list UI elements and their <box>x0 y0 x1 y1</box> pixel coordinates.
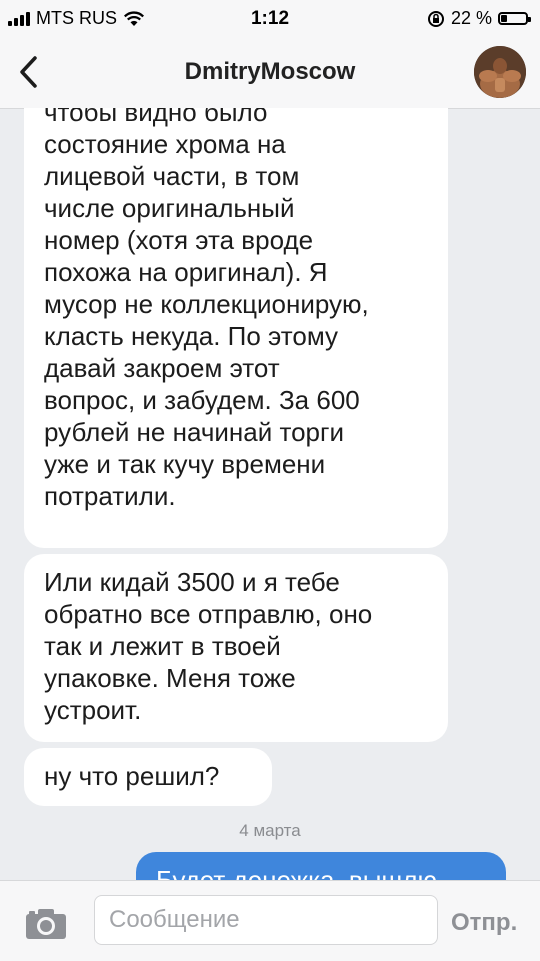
message-list[interactable]: если хочешь отправить, чтобы видно было … <box>0 108 540 880</box>
status-right: 22 % <box>427 8 531 29</box>
conversation-title[interactable]: DmitryMoscow <box>0 58 540 86</box>
battery-icon <box>498 12 531 25</box>
message-input[interactable]: Сообщение <box>94 895 438 945</box>
date-separator: 4 марта <box>239 821 301 840</box>
orientation-lock-icon <box>427 10 444 27</box>
incoming-message[interactable]: если хочешь отправить, чтобы видно было … <box>24 108 448 548</box>
status-bar: MTS RUS 1:12 22 % <box>0 0 540 36</box>
send-button[interactable]: Отпр. <box>451 909 517 937</box>
incoming-message[interactable]: Или кидай 3500 и я тебе обратно все отпр… <box>24 554 448 742</box>
incoming-message[interactable]: ну что решил? <box>24 748 272 806</box>
input-bar: Сообщение Отпр. <box>0 880 540 961</box>
battery-percent: 22 % <box>450 8 492 28</box>
camera-button[interactable] <box>24 907 68 941</box>
avatar[interactable] <box>474 46 526 98</box>
outgoing-message[interactable]: Будет денежка, вышлю <box>136 852 506 880</box>
battery-level <box>501 15 507 22</box>
camera-icon <box>26 909 66 939</box>
nav-bar: DmitryMoscow <box>0 36 540 109</box>
